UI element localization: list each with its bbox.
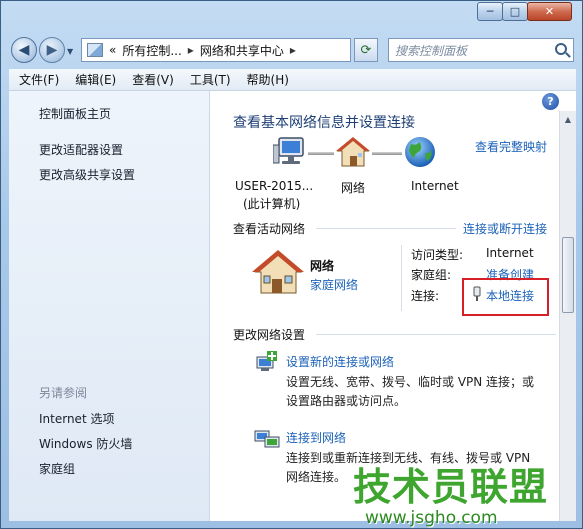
setup-new-connection-description: 设置无线、宽带、拨号、临时或 VPN 连接；或设置路由器或访问点。 (286, 375, 535, 408)
page-title: 查看基本网络信息并设置连接 (233, 115, 415, 131)
see-also-heading: 另请参阅 (39, 386, 88, 400)
breadcrumb-separator-icon[interactable]: ▸ (290, 43, 296, 57)
title-bar: ─ □ ✕ (1, 1, 583, 33)
breadcrumb-network-sharing-center[interactable]: 网络和共享中心 (200, 42, 284, 59)
sidebar-item-windows-firewall[interactable]: Windows 防火墙 (39, 435, 132, 452)
sidebar-item-change-advanced-sharing[interactable]: 更改高级共享设置 (39, 166, 135, 183)
connections-label: 连接: (411, 289, 440, 303)
connect-to-network-link[interactable]: 连接到网络 (286, 429, 346, 446)
connect-to-network-icon (254, 430, 280, 448)
view-full-map-link[interactable]: 查看完整映射 (475, 138, 547, 155)
connect-disconnect-link[interactable]: 连接或断开连接 (463, 220, 547, 237)
watermark-logo-text: 技术员联盟 (353, 465, 549, 509)
watermark-url: www.jsgho.com (365, 508, 498, 528)
section-divider (316, 334, 556, 335)
menu-file[interactable]: 文件(F) (19, 71, 59, 88)
this-computer-label: (此计算机) (243, 197, 301, 211)
sidebar-item-homegroup[interactable]: 家庭组 (39, 460, 75, 477)
active-networks-heading: 查看活动网络 (233, 222, 306, 236)
computer-name-label: USER-2015... (235, 179, 314, 193)
internet-node-label: Internet (411, 179, 459, 193)
search-icon[interactable] (555, 43, 567, 55)
recent-pages-dropdown-icon[interactable]: ▼ (67, 47, 76, 56)
help-button[interactable]: ? (542, 93, 559, 110)
setup-new-connection-link[interactable]: 设置新的连接或网络 (286, 353, 394, 370)
minimize-button[interactable]: ─ (477, 2, 503, 21)
access-type-label: 访问类型: (411, 248, 464, 262)
menu-help[interactable]: 帮助(H) (247, 71, 289, 88)
address-overflow-chevron[interactable]: « (109, 43, 116, 57)
menu-edit[interactable]: 编辑(E) (75, 71, 116, 88)
map-connection-line (308, 152, 334, 155)
computer-icon[interactable] (273, 135, 307, 169)
search-input[interactable]: 搜索控制面板 (388, 38, 574, 62)
access-type-value: Internet (486, 246, 534, 260)
vertical-divider (401, 245, 402, 311)
network-type-link[interactable]: 家庭网络 (310, 276, 358, 293)
menu-view[interactable]: 查看(V) (132, 71, 174, 88)
internet-globe-icon[interactable] (403, 135, 437, 169)
sidebar: 控制面板主页 更改适配器设置 更改高级共享设置 另请参阅 Internet 选项… (9, 91, 210, 521)
search-placeholder: 搜索控制面板 (395, 43, 468, 58)
refresh-button[interactable]: ⟳ (354, 38, 378, 62)
close-button[interactable]: ✕ (527, 2, 572, 21)
highlight-box (462, 278, 549, 316)
home-network-icon (252, 250, 304, 294)
network-sharing-window: ─ □ ✕ ◀ ▶ ▼ « 所有控制... ▸ 网络和共享中心 ▸ ▼ ⟳ 搜索… (0, 0, 583, 529)
navigation-bar: ◀ ▶ ▼ « 所有控制... ▸ 网络和共享中心 ▸ ▼ ⟳ 搜索控制面板 (1, 33, 583, 67)
control-panel-icon (87, 43, 103, 57)
breadcrumb-separator-icon[interactable]: ▸ (188, 43, 194, 57)
address-bar[interactable]: « 所有控制... ▸ 网络和共享中心 ▸ ▼ (81, 38, 427, 62)
forward-button[interactable]: ▶ (39, 37, 65, 63)
back-button[interactable]: ◀ (11, 37, 37, 63)
section-divider (316, 228, 456, 229)
change-settings-heading: 更改网络设置 (233, 328, 306, 342)
new-connection-icon (256, 351, 277, 371)
scroll-up-icon[interactable]: ▲ (560, 111, 576, 128)
homegroup-label: 家庭组: (411, 268, 452, 282)
breadcrumb-all-control-panel[interactable]: 所有控制... (122, 42, 181, 59)
sidebar-item-control-panel-home[interactable]: 控制面板主页 (39, 105, 111, 122)
maximize-button[interactable]: □ (502, 2, 528, 21)
menu-tools[interactable]: 工具(T) (190, 71, 231, 88)
map-connection-line (372, 152, 402, 155)
scroll-thumb[interactable] (562, 237, 574, 313)
sidebar-item-change-adapter-settings[interactable]: 更改适配器设置 (39, 141, 123, 158)
network-node-label: 网络 (341, 181, 366, 195)
active-network-name: 网络 (310, 259, 335, 273)
menu-bar: 文件(F) 编辑(E) 查看(V) 工具(T) 帮助(H) (9, 69, 576, 91)
sidebar-item-internet-options[interactable]: Internet 选项 (39, 410, 114, 427)
site-watermark: 技术员联盟 www.jsgho.com (353, 456, 583, 529)
network-house-icon[interactable] (336, 135, 370, 169)
